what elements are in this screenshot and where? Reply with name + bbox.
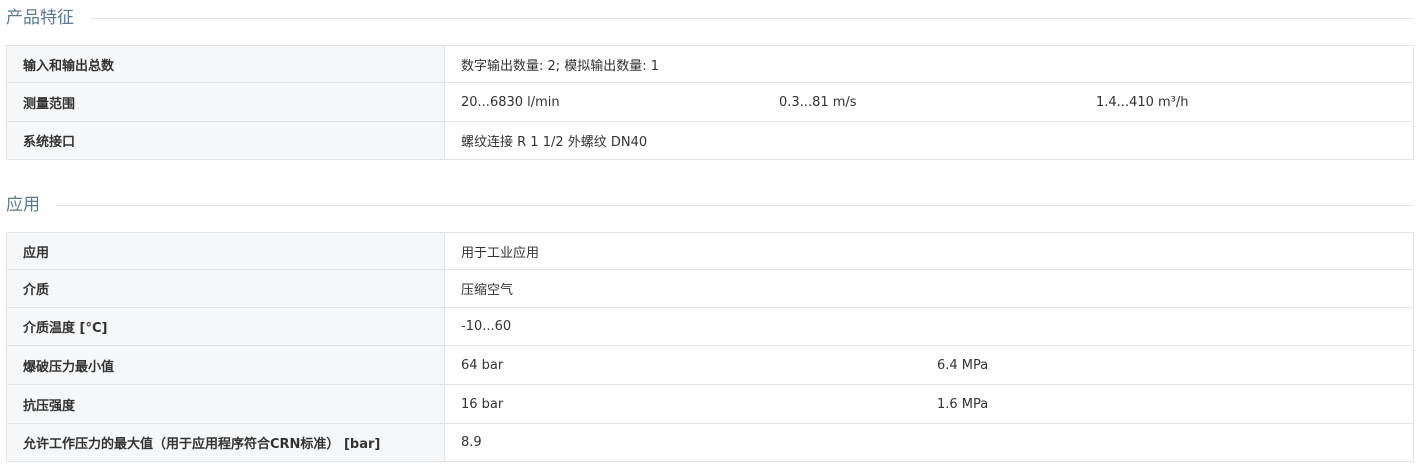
table-row: 应用 用于工业应用 [6,232,1414,270]
table-row: 测量范围 20...6830 l/min 0.3...81 m/s 1.4...… [6,82,1414,122]
row-label: 允许工作压力的最大值（用于应用程序符合CRN标准） [bar] [6,423,445,462]
table-row: 允许工作压力的最大值（用于应用程序符合CRN标准） [bar] 8.9 [6,423,1414,462]
row-value: 数字输出数量: 2; 模拟输出数量: 1 [461,58,660,74]
row-value: 64 bar [461,357,504,373]
row-label: 输入和输出总数 [6,45,445,83]
row-value-cell: 用于工业应用 [444,232,1414,270]
table-row: 介质温度 [°C] -10...60 [6,307,1414,346]
row-value: 0.3...81 m/s [779,94,857,110]
row-value: 1.6 MPa [937,396,989,412]
row-value: 8.9 [461,435,482,450]
row-label: 系统接口 [6,121,445,160]
row-value-cell: 8.9 [444,423,1414,462]
row-value: 16 bar [461,396,504,412]
row-value-cell: 64 bar 6.4 MPa [444,345,1414,385]
row-label: 爆破压力最小值 [6,345,445,385]
table-row: 爆破压力最小值 64 bar 6.4 MPa [6,345,1414,385]
row-value: 1.4...410 m³/h [1096,94,1189,110]
features-section-header: 产品特征 [6,6,1412,30]
application-table: 应用 用于工业应用 介质 压缩空气 介质温度 [°C] -10...60 爆破压… [6,232,1414,462]
row-label: 介质 [6,269,445,308]
application-section-title: 应用 [6,195,40,215]
row-value-cell: -10...60 [444,307,1414,346]
row-value-cell: 压缩空气 [444,269,1414,308]
features-section-divider [90,17,1412,19]
row-value: 压缩空气 [461,283,514,298]
table-row: 抗压强度 16 bar 1.6 MPa [6,384,1414,424]
features-table: 输入和输出总数 数字输出数量: 2; 模拟输出数量: 1 测量范围 20...6… [6,45,1414,160]
table-row: 系统接口 螺纹连接 R 1 1/2 外螺纹 DN40 [6,121,1414,160]
row-value-cell: 螺纹连接 R 1 1/2 外螺纹 DN40 [444,121,1414,160]
row-label: 测量范围 [6,82,445,122]
row-label: 介质温度 [°C] [6,307,445,346]
row-label: 抗压强度 [6,384,445,424]
table-row: 输入和输出总数 数字输出数量: 2; 模拟输出数量: 1 [6,45,1414,83]
application-section-divider [56,204,1412,206]
row-value: -10...60 [461,319,512,334]
row-value: 螺纹连接 R 1 1/2 外螺纹 DN40 [461,135,648,150]
row-value-cell: 16 bar 1.6 MPa [444,384,1414,424]
row-label: 应用 [6,232,445,270]
row-value: 6.4 MPa [937,357,989,373]
application-section-header: 应用 [6,193,1412,217]
row-value-cell: 数字输出数量: 2; 模拟输出数量: 1 [444,45,1414,83]
row-value: 20...6830 l/min [461,94,560,110]
features-section-title: 产品特征 [6,8,74,28]
table-row: 介质 压缩空气 [6,269,1414,308]
row-value-cell: 20...6830 l/min 0.3...81 m/s 1.4...410 m… [444,82,1414,122]
row-value: 用于工业应用 [461,245,540,261]
